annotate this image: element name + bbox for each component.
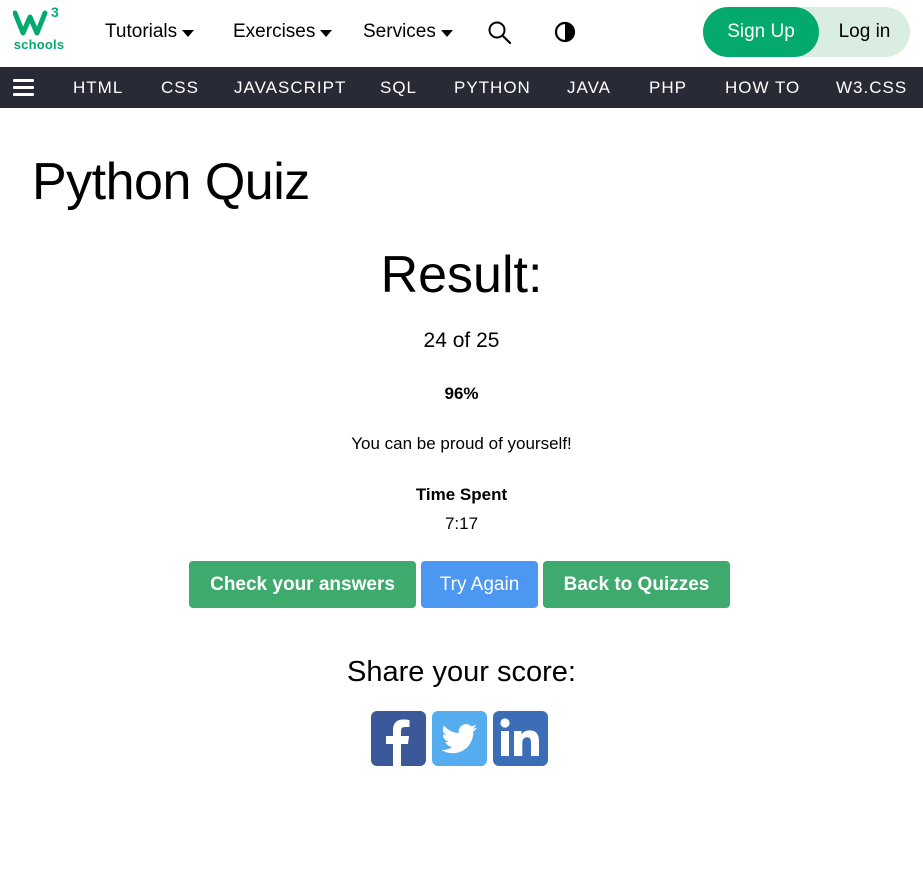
twitter-icon[interactable] (432, 711, 487, 766)
nav-item-css[interactable]: CSS (161, 67, 199, 108)
score-percent: 96% (444, 384, 479, 403)
caret-down-icon (182, 29, 195, 37)
hamburger-icon[interactable] (13, 79, 34, 96)
time-spent-label: Time Spent (415, 485, 508, 504)
tutorial-nav-bar: HTML CSS JAVASCRIPT SQL PYTHON JAVA PHP … (0, 67, 923, 108)
signup-button[interactable]: Sign Up (703, 7, 819, 57)
score-text: 24 of 25 (423, 329, 500, 352)
logo-text: schools (13, 37, 65, 52)
result-message: You can be proud of yourself! (351, 434, 572, 453)
result-heading: Result: (380, 246, 543, 304)
services-menu-label: Services (363, 21, 436, 42)
search-icon[interactable] (487, 20, 513, 46)
logo-superscript: 3 (51, 4, 59, 20)
nav-item-sql[interactable]: SQL (380, 67, 417, 108)
nav-item-java[interactable]: JAVA (567, 67, 611, 108)
exercises-menu-label: Exercises (233, 21, 316, 42)
nav-item-how-to[interactable]: HOW TO (725, 67, 800, 108)
nav-item-w3css[interactable]: W3.CSS (836, 67, 907, 108)
page-title: Python Quiz (32, 153, 310, 211)
caret-down-icon (320, 29, 333, 37)
tutorials-menu-label: Tutorials (105, 21, 178, 42)
contrast-icon[interactable] (553, 20, 579, 46)
w3schools-logo[interactable]: 3 schools (13, 4, 65, 55)
top-header: 3 schools Tutorials Exercises Services S… (0, 0, 923, 67)
caret-down-icon (440, 29, 453, 37)
back-to-quizzes-button[interactable]: Back to Quizzes (543, 561, 730, 608)
auth-group: Sign Up Log in (703, 7, 910, 57)
time-spent-value: 7:17 (444, 514, 479, 533)
nav-item-javascript[interactable]: JAVASCRIPT (234, 67, 346, 108)
linkedin-icon[interactable] (493, 711, 548, 766)
try-again-button[interactable]: Try Again (421, 561, 538, 608)
nav-item-php[interactable]: PHP (649, 67, 687, 108)
facebook-icon[interactable] (371, 711, 426, 766)
nav-item-python[interactable]: PYTHON (454, 67, 531, 108)
check-answers-button[interactable]: Check your answers (189, 561, 416, 608)
tutorials-menu[interactable]: Tutorials (105, 20, 195, 44)
login-button[interactable]: Log in (819, 7, 910, 57)
exercises-menu[interactable]: Exercises (233, 20, 333, 44)
nav-item-html[interactable]: HTML (73, 67, 123, 108)
services-menu[interactable]: Services (363, 20, 453, 44)
share-heading: Share your score: (347, 656, 576, 688)
